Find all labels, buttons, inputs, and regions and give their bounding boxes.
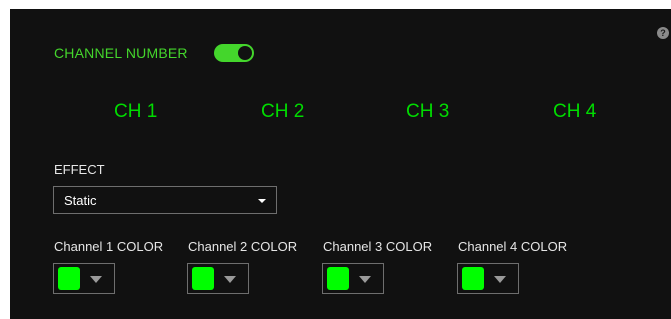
channel-2-color-label: Channel 2 COLOR bbox=[188, 239, 298, 254]
channel-4-color-picker[interactable] bbox=[457, 263, 519, 294]
effect-label: EFFECT bbox=[54, 162, 105, 177]
effect-selected-value: Static bbox=[64, 193, 97, 208]
channel-3-color-swatch bbox=[327, 267, 349, 290]
channel-1-color-label: Channel 1 COLOR bbox=[54, 239, 164, 254]
channel-3-color-picker[interactable] bbox=[322, 263, 384, 294]
toggle-knob bbox=[238, 46, 252, 60]
caret-down-icon bbox=[90, 276, 102, 283]
channel-1-color-swatch bbox=[58, 267, 80, 290]
tab-ch-1[interactable]: CH 1 bbox=[114, 101, 157, 123]
tab-ch-3[interactable]: CH 3 bbox=[406, 101, 449, 123]
caret-down-icon bbox=[494, 276, 506, 283]
caret-down-icon bbox=[224, 276, 236, 283]
caret-down-icon bbox=[359, 276, 371, 283]
channel-3-color-label: Channel 3 COLOR bbox=[323, 239, 433, 254]
channel-1-color-picker[interactable] bbox=[53, 263, 115, 294]
channel-number-toggle[interactable] bbox=[214, 44, 254, 62]
channel-2-color-swatch bbox=[192, 267, 214, 290]
channel-2-color-picker[interactable] bbox=[187, 263, 249, 294]
help-icon[interactable]: ? bbox=[657, 27, 669, 39]
channel-number-label: CHANNEL NUMBER bbox=[54, 45, 188, 61]
channel-4-color-swatch bbox=[462, 267, 484, 290]
tab-ch-2[interactable]: CH 2 bbox=[261, 101, 304, 123]
effect-dropdown[interactable]: Static bbox=[53, 186, 277, 214]
tab-ch-4[interactable]: CH 4 bbox=[553, 101, 596, 123]
caret-down-icon bbox=[258, 199, 266, 203]
channel-4-color-label: Channel 4 COLOR bbox=[458, 239, 568, 254]
